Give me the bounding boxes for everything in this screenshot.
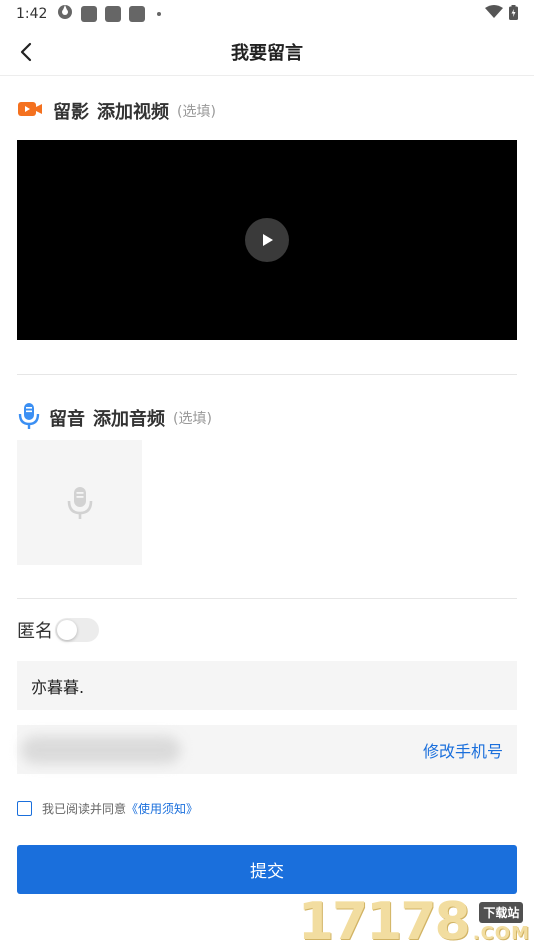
agreement-checkbox[interactable] bbox=[17, 801, 32, 816]
video-label-main: 添加视频 bbox=[97, 102, 169, 123]
microphone-placeholder-icon bbox=[67, 486, 92, 519]
audio-optional-hint: (选填) bbox=[173, 411, 212, 427]
settings-icon bbox=[57, 4, 73, 24]
phone-number-blurred bbox=[21, 735, 181, 764]
more-notifications-icon bbox=[157, 12, 162, 16]
toggle-knob bbox=[57, 620, 77, 640]
phone-field: 修改手机号 bbox=[17, 725, 517, 774]
status-time: 1:42 bbox=[16, 6, 48, 22]
section-divider bbox=[17, 374, 517, 375]
status-bar: 1:42 bbox=[0, 0, 534, 28]
watermark-logo: 17178 下载站 .COM bbox=[298, 896, 530, 948]
audio-label-prefix: 留音 bbox=[49, 409, 85, 430]
nav-bar: 我要留言 bbox=[0, 28, 534, 76]
anonymous-label: 匿名 bbox=[17, 621, 53, 642]
name-field[interactable]: 亦暮暮. bbox=[17, 661, 517, 710]
terms-link[interactable]: 《使用须知》 bbox=[126, 800, 198, 817]
notification-icon bbox=[129, 6, 146, 22]
submit-button[interactable]: 提交 bbox=[17, 845, 517, 894]
watermark-side: 下载站 .COM bbox=[473, 902, 530, 944]
video-optional-hint: (选填) bbox=[177, 104, 216, 120]
agreement-text: 我已阅读并同意 bbox=[42, 802, 127, 816]
watermark-suffix: .COM bbox=[472, 923, 530, 944]
audio-section-header: 留音 添加音频 (选填) bbox=[17, 402, 212, 434]
video-section-header: 留影 添加视频 (选填) bbox=[17, 98, 216, 124]
video-camera-icon bbox=[17, 98, 43, 124]
back-button[interactable] bbox=[12, 38, 40, 66]
section-divider bbox=[17, 598, 517, 599]
play-button[interactable] bbox=[245, 218, 289, 262]
video-label-prefix: 留影 bbox=[53, 102, 89, 123]
back-arrow-icon bbox=[20, 42, 32, 62]
anonymous-row: 匿名 bbox=[17, 616, 99, 644]
audio-record-box[interactable] bbox=[17, 440, 142, 565]
name-value: 亦暮暮. bbox=[31, 677, 85, 697]
status-left: 1:42 bbox=[16, 4, 162, 24]
video-player[interactable] bbox=[17, 140, 517, 340]
notification-icon bbox=[81, 6, 98, 22]
microphone-icon bbox=[17, 402, 41, 434]
edit-phone-link[interactable]: 修改手机号 bbox=[423, 738, 503, 762]
watermark-number: 17178 bbox=[297, 892, 471, 950]
watermark-badge: 下载站 bbox=[479, 902, 524, 923]
wifi-icon bbox=[485, 5, 503, 23]
status-right bbox=[485, 4, 518, 24]
play-icon bbox=[263, 234, 273, 246]
agreement-row: 我已阅读并同意 《使用须知》 bbox=[17, 800, 198, 817]
battery-icon bbox=[509, 4, 518, 24]
anonymous-toggle[interactable] bbox=[55, 618, 99, 642]
page-title: 我要留言 bbox=[231, 42, 303, 64]
audio-label-main: 添加音频 bbox=[93, 409, 165, 430]
notification-icon bbox=[105, 6, 122, 22]
